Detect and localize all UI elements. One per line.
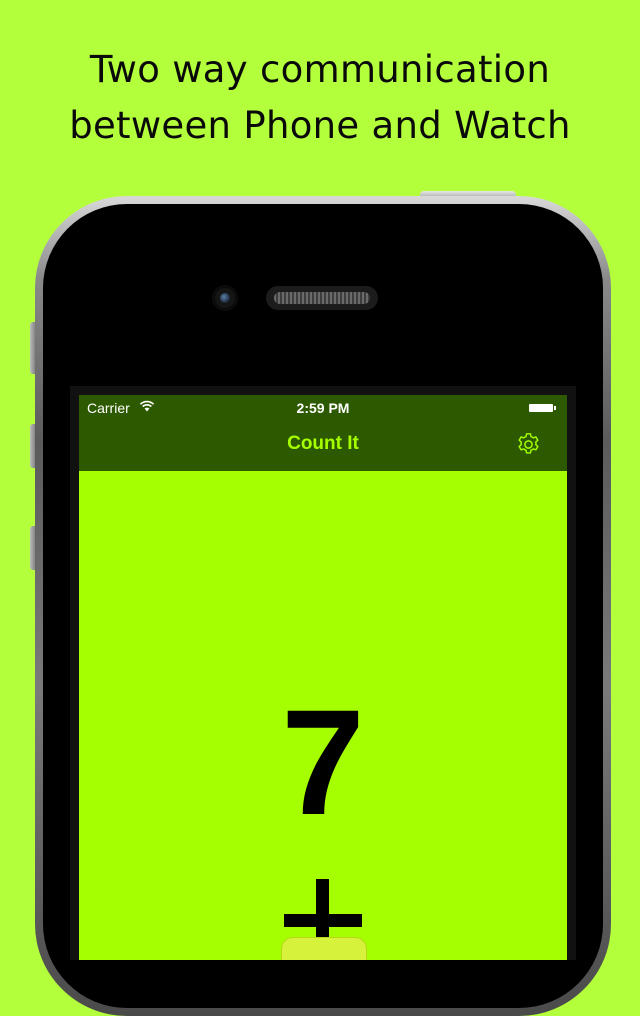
app-screen: Carrier 2:59 PM Count It 7 <box>79 395 567 960</box>
gear-icon[interactable] <box>515 431 542 458</box>
status-time: 2:59 PM <box>296 400 350 416</box>
earpiece-speaker-icon <box>266 286 378 310</box>
headline-line-1: Two way communication <box>89 48 551 91</box>
headline: Two way communication between Phone and … <box>0 42 640 154</box>
headline-line-2: between Phone and Watch <box>69 104 571 147</box>
nav-title: Count It <box>287 433 359 454</box>
status-bar: Carrier 2:59 PM <box>79 395 567 421</box>
count-value: 7 <box>281 678 365 846</box>
front-camera-icon <box>212 285 238 311</box>
navigation-bar: Carrier 2:59 PM Count It <box>79 395 567 471</box>
bottom-tab-handle[interactable] <box>281 937 367 960</box>
battery-icon <box>529 404 556 412</box>
